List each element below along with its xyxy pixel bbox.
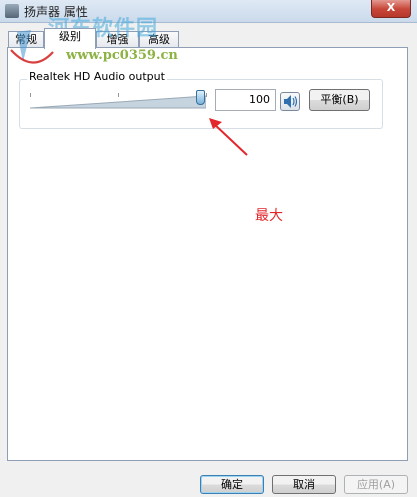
- ok-button[interactable]: 确定: [200, 475, 264, 494]
- apply-button[interactable]: 应用(A): [344, 475, 408, 494]
- close-button[interactable]: X: [371, 0, 411, 18]
- speaker-app-icon: [5, 4, 19, 18]
- levels-panel: Realtek HD Audio output 100 平衡(B) 最大: [7, 47, 408, 461]
- tab-levels[interactable]: 级别: [44, 28, 96, 49]
- watermark-url: www.pc0359.cn: [66, 48, 178, 63]
- cancel-button[interactable]: 取消: [272, 475, 336, 494]
- annotation-arrow: [209, 118, 248, 156]
- annotation-label: 最大: [255, 208, 283, 224]
